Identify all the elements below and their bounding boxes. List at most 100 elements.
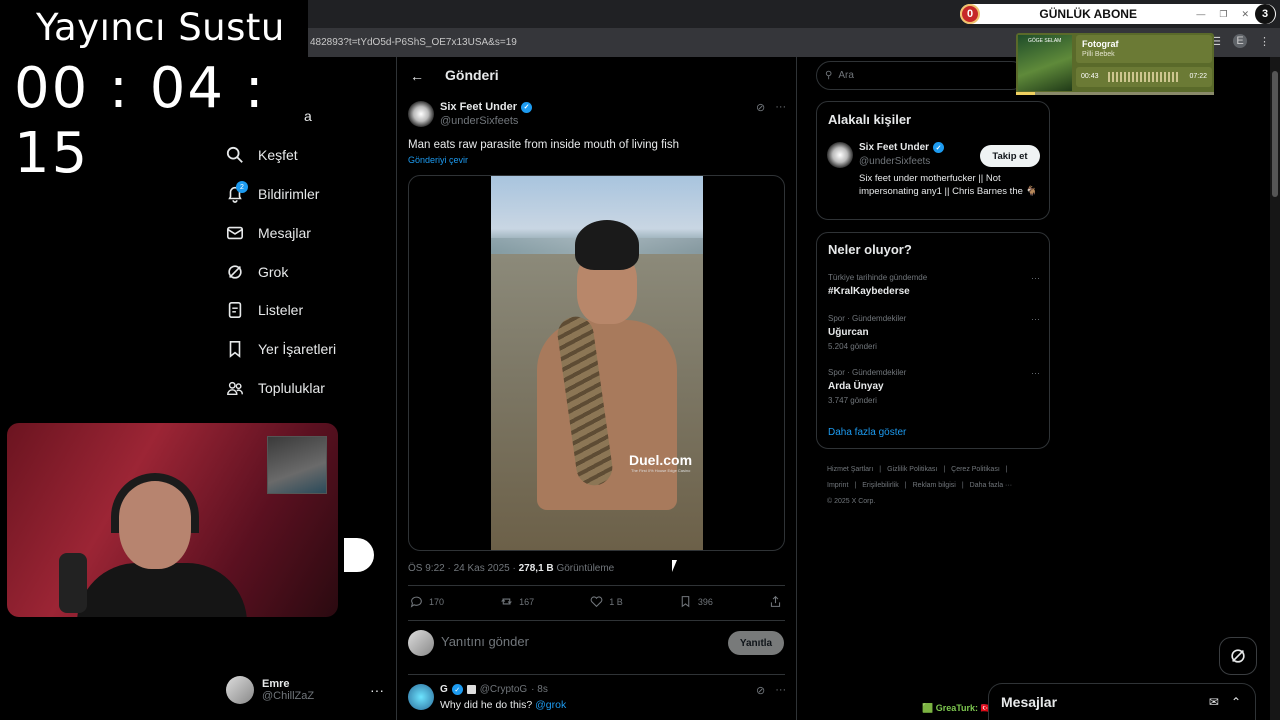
post-time[interactable]: ÖS 9:22 · 24 Kas 2025 · — [408, 563, 516, 574]
trend-item[interactable]: Spor · Gündemdekiler Uğurcan 5.204 gönde… — [828, 314, 1040, 351]
back-arrow-icon[interactable]: ← — [410, 68, 424, 84]
trend-more-icon[interactable]: ··· — [1031, 314, 1040, 324]
comment-time[interactable]: · 8s — [531, 684, 548, 695]
divider — [408, 620, 785, 621]
trend-more-icon[interactable]: ··· — [1031, 273, 1040, 283]
footer-link[interactable]: Daha fazla ··· — [970, 482, 1012, 489]
nav-item-grok[interactable]: Grok — [226, 263, 288, 281]
heart-icon — [590, 596, 603, 608]
comment-text: Why did he do this? @grok — [440, 699, 566, 711]
follow-button[interactable]: Takip et — [980, 145, 1040, 167]
nav-partial-label: a — [304, 108, 312, 124]
footer-sep: | — [904, 482, 907, 489]
grok-explain-icon[interactable]: ⊘ — [756, 101, 765, 114]
scrollbar-thumb[interactable] — [1272, 71, 1278, 197]
minimize-icon[interactable]: — — [1196, 9, 1205, 20]
reply-submit-button[interactable]: Yanıtla — [728, 631, 784, 655]
profile-avatar[interactable]: E — [1233, 34, 1247, 48]
suggested-user-handle[interactable]: @underSixfeets — [859, 156, 930, 167]
album-art: GÖGE SELAM — [1018, 35, 1072, 91]
nav-item-bookmarks[interactable]: Yer İşaretleri — [226, 340, 336, 358]
footer-link[interactable]: Imprint — [827, 482, 848, 489]
post-meta: ÖS 9:22 · 24 Kas 2025 · 278,1 B Görüntül… — [408, 563, 614, 574]
divider — [408, 585, 785, 586]
trend-item[interactable]: Spor · Gündemdekiler Arda Ünyay 3.747 gö… — [828, 368, 1040, 405]
more-options-icon[interactable]: ··· — [775, 684, 786, 697]
post-media[interactable]: Duel.com The First 0% House Edge Casino — [408, 175, 785, 551]
nav-item-communities[interactable]: Topluluklar — [226, 379, 325, 397]
show-more-link[interactable]: Daha fazla göster — [828, 427, 906, 438]
author-name-row[interactable]: Six Feet Under ✓ — [440, 101, 533, 113]
footer-link[interactable]: Reklam bilgisi — [913, 482, 956, 489]
comment-mention[interactable]: @grok — [535, 699, 566, 711]
nav-item-notifications[interactable]: 2 Bildirimler — [226, 181, 319, 203]
trend-count: 3.747 gönderi — [828, 396, 877, 405]
elapsed-time: 00:43 — [1081, 73, 1099, 80]
comment-avatar[interactable] — [408, 684, 434, 710]
verified-badge-icon: ✓ — [933, 142, 945, 153]
footer-link[interactable]: Erişilebilirlik — [862, 482, 899, 489]
suggested-user-avatar[interactable] — [827, 142, 853, 168]
divider — [408, 674, 785, 675]
post-button[interactable] — [344, 538, 374, 572]
author-handle[interactable]: @underSixfeets — [440, 115, 518, 127]
reply-action[interactable]: 170 — [410, 595, 444, 608]
like-count: 1 B — [609, 596, 623, 607]
repost-action[interactable]: 167 — [500, 595, 534, 608]
search-input[interactable]: ⚲ Ara — [816, 61, 1026, 90]
comment-header: G ✓ @CryptoG · 8s — [440, 684, 548, 695]
track-artist: Pilli Bebek — [1082, 51, 1115, 58]
footer-link[interactable]: Çerez Politikası — [951, 466, 1000, 473]
translate-link[interactable]: Gönderiyi çevir — [408, 155, 468, 165]
share-action[interactable] — [769, 595, 782, 608]
grok-explain-icon[interactable]: ⊘ — [756, 684, 765, 697]
suggested-user-name-row[interactable]: Six Feet Under ✓ — [859, 142, 945, 153]
video-man-hair — [575, 220, 639, 270]
who-to-follow-card: Alakalı kişiler Six Feet Under ✓ @underS… — [816, 101, 1050, 220]
nav-item-lists[interactable]: Listeler — [226, 301, 303, 319]
post-actions: 170 167 1 B 396 — [410, 595, 782, 608]
close-icon[interactable]: ✕ — [1241, 9, 1249, 20]
browser-menu-icon[interactable]: ⋮ — [1259, 35, 1270, 48]
search-icon — [226, 146, 243, 163]
account-more-icon[interactable]: ··· — [370, 682, 384, 698]
account-switcher[interactable]: Emre @ChillZaZ — [226, 676, 314, 704]
page-title: Gönderi — [445, 67, 499, 83]
nav-label: Yer İşaretleri — [258, 341, 337, 357]
trend-more-icon[interactable]: ··· — [1031, 368, 1040, 378]
more-options-icon[interactable]: ··· — [775, 101, 786, 114]
comment-handle[interactable]: @CryptoG — [480, 684, 527, 695]
url-text[interactable]: 482893?t=tYdO5d-P6ShS_OE7x13USA&s=19 — [310, 37, 517, 48]
nav-item-explore[interactable]: Keşfet — [226, 146, 298, 164]
webcam-person-body — [77, 563, 247, 617]
overlay-timer: 00 : 04 : 15 — [14, 56, 266, 186]
footer-link[interactable]: Hizmet Şartları — [827, 466, 873, 473]
expand-icon[interactable]: ⌃ — [1231, 695, 1241, 709]
trend-count: 5.204 gönderi — [828, 342, 877, 351]
restore-icon[interactable]: ❐ — [1219, 9, 1227, 20]
bookmark-action[interactable]: 396 — [679, 595, 713, 608]
comment-name[interactable]: G — [440, 684, 448, 695]
video-player[interactable]: Duel.com The First 0% House Edge Casino — [491, 176, 703, 550]
bookmark-icon — [681, 596, 690, 608]
page-scrollbar[interactable] — [1270, 57, 1280, 720]
like-action[interactable]: 1 B — [590, 595, 623, 608]
people-icon — [227, 381, 243, 396]
reply-input[interactable]: Yanıtını gönder — [441, 634, 529, 649]
suggested-user-name[interactable]: Six Feet Under — [859, 142, 929, 153]
suggested-user-bio: Six feet under motherfucker || Not imper… — [859, 173, 1038, 197]
messages-drawer[interactable]: Mesajlar ✉ ⌃ — [988, 683, 1256, 720]
music-progress-fill — [1016, 92, 1036, 95]
trend-item[interactable]: Türkiye tarihinde gündemde #KralKaybeder… — [828, 273, 1040, 297]
footer-links: Hizmet Şartları | Gizlilik Politikası | Çere… — [827, 462, 1047, 510]
stream-chat-line: 🟩 GreaTurk: 🇹🇷 — [922, 703, 992, 713]
webcam-overlay — [7, 423, 338, 617]
footer-link[interactable]: Gizlilik Politikası — [887, 466, 937, 473]
author-avatar[interactable] — [408, 101, 434, 127]
author-name[interactable]: Six Feet Under — [440, 101, 517, 113]
grok-float-button[interactable] — [1219, 637, 1257, 675]
track-info: Fotograf Pilli Bebek — [1076, 35, 1212, 63]
nav-item-messages[interactable]: Mesajlar — [226, 224, 311, 242]
trend-name: Arda Ünyay — [828, 381, 884, 392]
new-message-icon[interactable]: ✉ — [1209, 695, 1219, 709]
